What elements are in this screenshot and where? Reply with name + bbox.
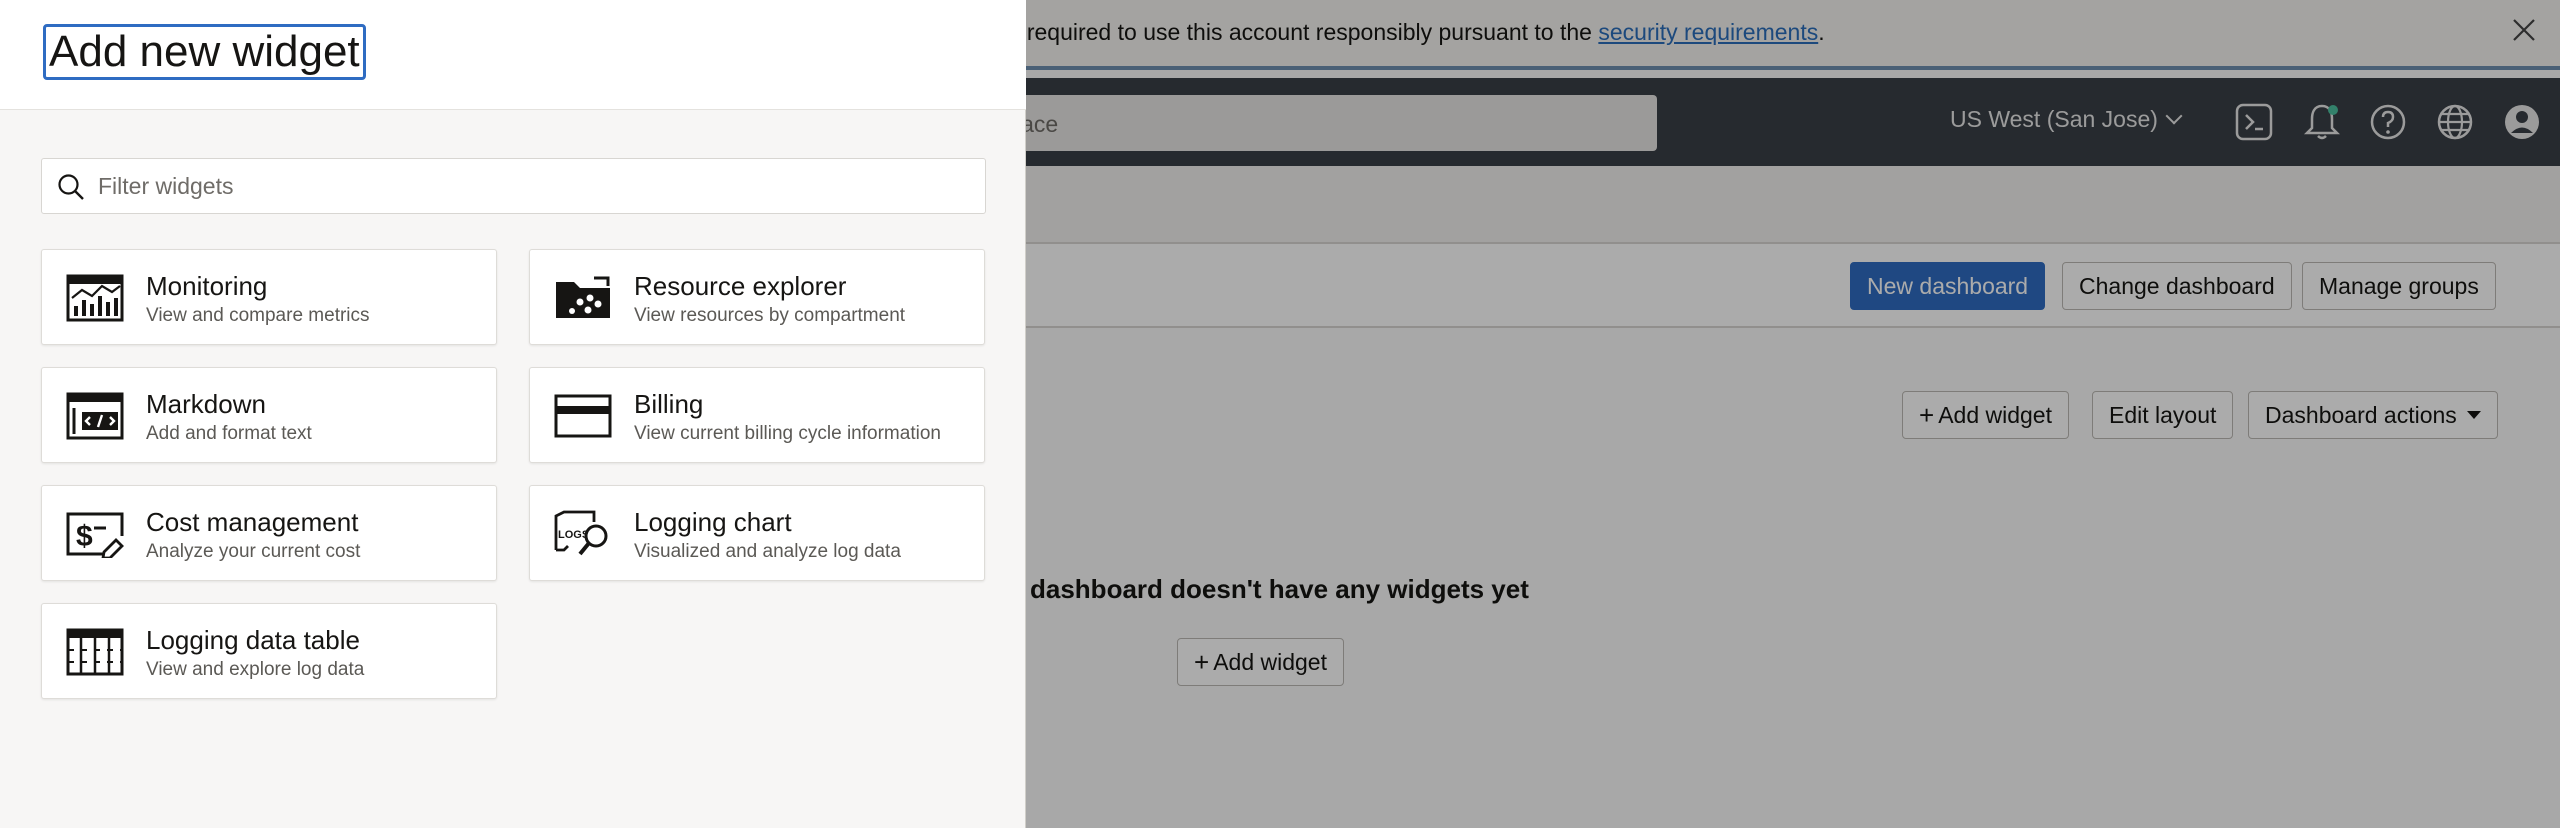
data-table-icon bbox=[66, 628, 124, 676]
widget-description: Add and format text bbox=[146, 423, 312, 444]
widget-title: Monitoring bbox=[146, 271, 268, 301]
svg-text:LOGS: LOGS bbox=[558, 529, 589, 541]
credit-card-icon bbox=[554, 394, 612, 438]
folder-explorer-icon bbox=[556, 276, 610, 318]
widget-title: Billing bbox=[634, 389, 704, 419]
widget-description: View and explore log data bbox=[146, 659, 365, 680]
widget-card-markdown[interactable]: Markdown Add and format text bbox=[41, 367, 497, 463]
widget-card-cost-management[interactable]: $ Cost management Analyze your current c… bbox=[41, 485, 497, 581]
monitoring-chart-icon bbox=[66, 274, 124, 322]
add-widget-panel: Add new widget Monitoring View and compa… bbox=[0, 0, 1026, 828]
widget-description: Analyze your current cost bbox=[146, 541, 361, 562]
filter-widgets-input[interactable] bbox=[98, 159, 968, 213]
widget-card-billing[interactable]: Billing View current billing cycle infor… bbox=[529, 367, 985, 463]
widget-description: View resources by compartment bbox=[634, 305, 906, 326]
widget-card-logging-data-table[interactable]: Logging data table View and explore log … bbox=[41, 603, 497, 699]
widget-title: Logging data table bbox=[146, 625, 360, 655]
svg-text:$: $ bbox=[76, 520, 93, 553]
widget-card-monitoring[interactable]: Monitoring View and compare metrics bbox=[41, 249, 497, 345]
markdown-code-icon bbox=[66, 392, 124, 440]
widget-title: Markdown bbox=[146, 389, 266, 419]
filter-widgets-field[interactable] bbox=[41, 158, 986, 214]
panel-title: Add new widget bbox=[43, 24, 366, 80]
widget-description: Visualized and analyze log data bbox=[634, 541, 901, 562]
widget-title: Resource explorer bbox=[634, 271, 847, 301]
panel-header: Add new widget bbox=[0, 0, 1026, 110]
widget-card-logging-chart[interactable]: LOGS Logging chart Visualized and analyz… bbox=[529, 485, 985, 581]
widget-description: View current billing cycle information bbox=[634, 423, 941, 444]
search-icon bbox=[58, 174, 84, 200]
logs-search-icon: LOGS bbox=[554, 510, 608, 556]
cost-dollar-icon: $ bbox=[66, 512, 124, 558]
widget-card-resource-explorer[interactable]: Resource explorer View resources by comp… bbox=[529, 249, 985, 345]
widget-description: View and compare metrics bbox=[146, 305, 370, 326]
widget-title: Cost management bbox=[146, 507, 359, 537]
widget-title: Logging chart bbox=[634, 507, 792, 537]
